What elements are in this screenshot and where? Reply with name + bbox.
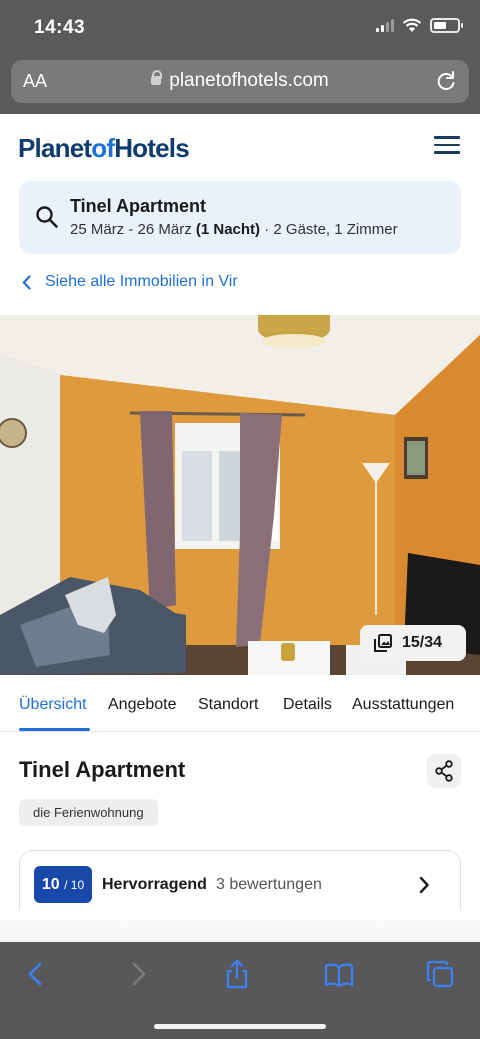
rating-label: Hervorragend [102,876,207,893]
share-icon [435,760,453,782]
lock-icon [151,70,163,85]
tab-details[interactable]: Details [283,696,332,714]
tabs-overview-icon[interactable] [425,959,455,989]
property-type-badge: die Ferienwohnung [19,799,158,826]
url-display[interactable]: planetofhotels.com [11,70,469,92]
tab-amenities[interactable]: Ausstattungen [352,696,454,714]
wifi-icon [402,18,422,32]
forward-arrow-icon[interactable] [122,959,152,989]
back-link-label: Siehe alle Immobilien in Vir [45,273,238,290]
cellular-signal-icon [376,19,394,32]
section-tabs: Übersicht Angebote Standort Details Auss… [0,690,480,732]
chevron-right-icon [419,876,429,894]
active-tab-indicator [19,728,90,731]
review-count: 3 bewertungen [216,876,322,893]
tab-location[interactable]: Standort [198,696,258,714]
status-time: 14:43 [34,17,86,38]
search-icon [36,206,58,228]
score-badge: 10 / 10 [34,866,92,903]
home-indicator [154,1024,326,1029]
share-sheet-icon[interactable] [222,959,252,989]
tab-offers[interactable]: Angebote [108,696,177,714]
gallery-icon [374,634,392,652]
tab-overview[interactable]: Übersicht [19,696,87,714]
search-property-name: Tinel Apartment [70,196,207,216]
bookmarks-icon[interactable] [324,959,354,989]
site-logo[interactable]: PlanetofHotels [18,133,190,164]
reload-icon[interactable] [433,68,459,94]
share-button[interactable] [427,754,461,788]
status-icons [376,18,463,33]
search-details: 25 März - 26 März (1 Nacht) · 2 Gäste, 1… [70,221,398,238]
address-bar[interactable]: AA planetofhotels.com [11,60,469,103]
battery-icon [430,18,463,33]
property-photo[interactable] [0,315,480,675]
back-to-all-properties-link[interactable]: Siehe alle Immobilien in Vir [22,273,238,291]
bottom-fade [0,910,480,942]
browser-top-chrome: 14:43 AA planetofhotels.com [0,0,480,114]
back-arrow-icon[interactable] [22,959,52,989]
chevron-left-icon [22,274,31,290]
url-text: planetofhotels.com [169,70,329,91]
hamburger-menu-icon[interactable] [434,136,460,158]
gallery-counter-button[interactable]: 15/34 [360,625,466,661]
gallery-counter: 15/34 [402,634,443,651]
property-name: Tinel Apartment [19,757,186,782]
search-summary-card[interactable]: Tinel Apartment 25 März - 26 März (1 Nac… [19,181,461,254]
